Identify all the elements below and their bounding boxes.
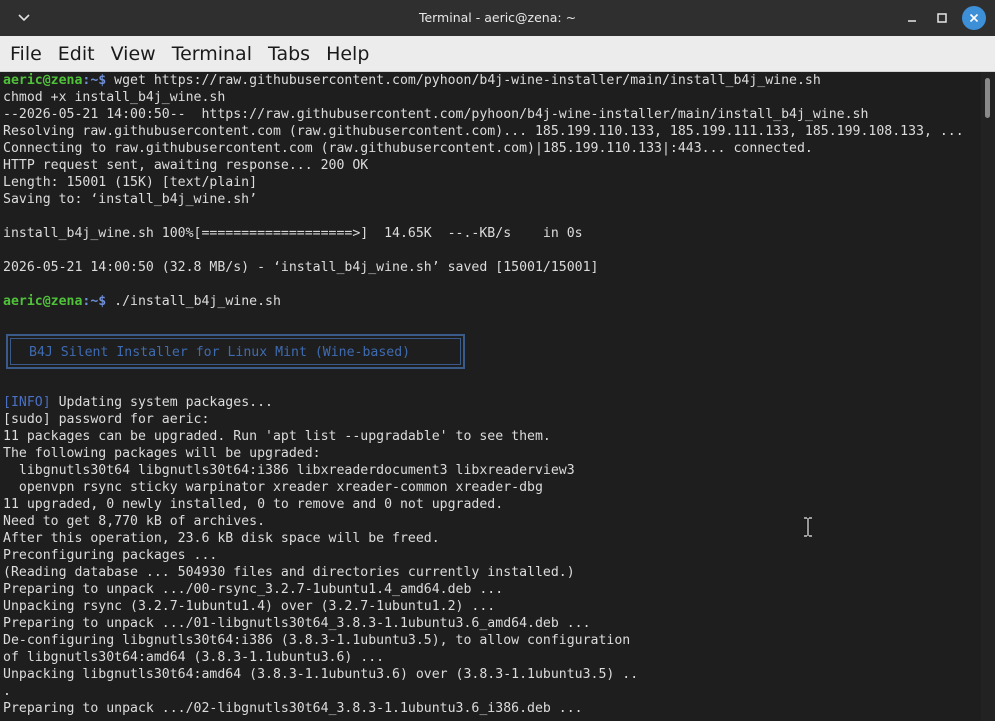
command-text: ./install_b4j_wine.sh: [106, 294, 281, 309]
info-tag: [INFO]: [3, 395, 51, 410]
maximize-button[interactable]: [930, 6, 954, 30]
output-line: 11 packages can be upgraded. Run 'apt li…: [3, 429, 551, 444]
output-line: --2026-05-21 14:00:50-- https://raw.gith…: [3, 107, 869, 122]
title-bar[interactable]: Terminal - aeric@zena: ~: [0, 0, 995, 36]
output-line: HTTP request sent, awaiting response... …: [3, 158, 369, 173]
output-line: Unpacking rsync (3.2.7-1ubuntu1.4) over …: [3, 599, 496, 614]
output-line: Preparing to unpack .../00-rsync_3.2.7-1…: [3, 582, 504, 597]
close-icon: [969, 13, 979, 23]
output-line: install_b4j_wine.sh 100%[===============…: [3, 226, 583, 241]
output-line: Need to get 8,770 kB of archives.: [3, 514, 266, 529]
maximize-icon: [937, 13, 947, 23]
output-line: After this operation, 23.6 kB disk space…: [3, 531, 440, 546]
prompt-path: :~$: [82, 294, 107, 309]
output-line: Preconfiguring packages ...: [3, 548, 218, 563]
output-line: .: [3, 684, 11, 699]
prompt-line: aeric@zena:~$ ./install_b4j_wine.sh: [3, 293, 281, 310]
prompt-line: aeric@zena:~$ wget https://raw.githubuse…: [3, 72, 821, 89]
output-line: [sudo] password for aeric:: [3, 412, 210, 427]
minimize-icon: [908, 20, 916, 22]
menu-edit[interactable]: Edit: [50, 36, 103, 72]
info-line: [INFO] Updating system packages...: [3, 394, 273, 411]
output-line: Preparing to unpack .../01-libgnutls30t6…: [3, 616, 591, 631]
menu-bar: File Edit View Terminal Tabs Help: [0, 36, 995, 72]
banner-text: B4J Silent Installer for Linux Mint (Win…: [10, 338, 461, 365]
output-line: Resolving raw.githubusercontent.com (raw…: [3, 124, 964, 139]
prompt-user: aeric@zena: [3, 294, 83, 309]
vertical-scrollbar[interactable]: [981, 72, 995, 721]
menu-tabs[interactable]: Tabs: [260, 36, 318, 72]
menu-file[interactable]: File: [2, 36, 50, 72]
scrollbar-thumb[interactable]: [985, 78, 990, 118]
text-cursor-icon: [804, 517, 812, 537]
output-line: De-configuring libgnutls30t64:i386 (3.8.…: [3, 633, 631, 648]
prompt-path: :~$: [82, 73, 107, 88]
command-text: wget https://raw.githubusercontent.com/p…: [106, 73, 821, 88]
info-text: Updating system packages...: [50, 395, 273, 410]
output-line: (Reading database ... 504930 files and d…: [3, 565, 575, 580]
output-line: openvpn rsync sticky warpinator xreader …: [3, 480, 543, 495]
output-line: of libgnutls30t64:amd64 (3.8.3-1.1ubuntu…: [3, 650, 385, 665]
close-button[interactable]: [962, 6, 986, 30]
output-line: Preparing to unpack .../02-libgnutls30t6…: [3, 701, 583, 716]
output-line: Unpacking libgnutls30t64:amd64 (3.8.3-1.…: [3, 667, 639, 682]
terminal-output[interactable]: B4J Silent Installer for Linux Mint (Win…: [0, 72, 981, 721]
output-line: Connecting to raw.githubusercontent.com …: [3, 141, 813, 156]
output-line: chmod +x install_b4j_wine.sh: [3, 90, 226, 105]
menu-view[interactable]: View: [103, 36, 164, 72]
prompt-user: aeric@zena: [3, 73, 83, 88]
menu-terminal[interactable]: Terminal: [164, 36, 260, 72]
output-line: libgnutls30t64 libgnutls30t64:i386 libxr…: [3, 463, 575, 478]
minimize-button[interactable]: [900, 6, 924, 30]
output-line: 2026-05-21 14:00:50 (32.8 MB/s) - ‘insta…: [3, 260, 599, 275]
output-line: 11 upgraded, 0 newly installed, 0 to rem…: [3, 497, 504, 512]
menu-help[interactable]: Help: [318, 36, 377, 72]
output-line: Length: 15001 (15K) [text/plain]: [3, 175, 258, 190]
output-line: The following packages will be upgraded:: [3, 446, 321, 461]
installer-banner: B4J Silent Installer for Linux Mint (Win…: [6, 334, 465, 369]
terminal-window: Terminal - aeric@zena: ~ File Edit View …: [0, 0, 995, 721]
output-line: Saving to: ‘install_b4j_wine.sh’: [3, 192, 258, 207]
window-title: Terminal - aeric@zena: ~: [418, 10, 577, 25]
